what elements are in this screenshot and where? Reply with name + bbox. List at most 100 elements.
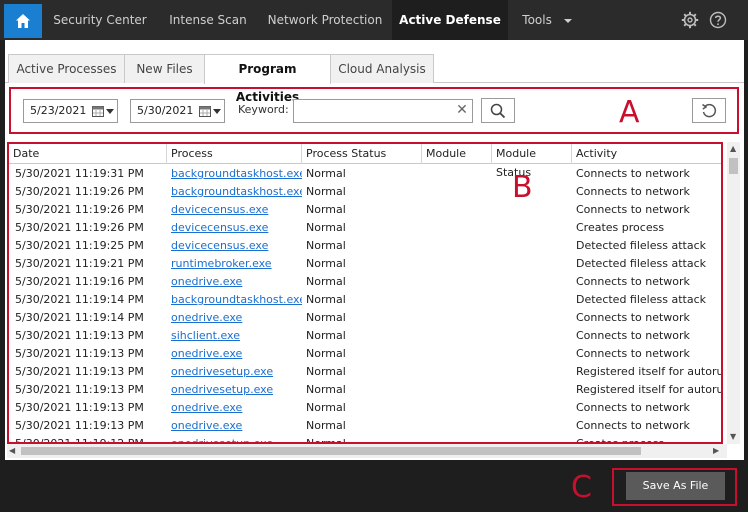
table-row[interactable]: 5/30/2021 11:19:13 PM onedrive.exe Normal C… [9,399,721,417]
table-row[interactable]: 5/30/2021 11:19:13 PM onedrivesetup.exe No… [9,363,721,381]
horizontal-scroll-thumb[interactable] [21,447,641,455]
cell-module-status [496,309,572,327]
refresh-icon [702,103,717,117]
cell-date: 5/30/2021 11:19:26 PM [15,185,144,198]
marker-b: B [512,170,533,205]
cell-process-link[interactable]: backgroundtaskhost.exe [171,165,302,183]
cell-process-status: Normal [306,203,346,216]
cell-module [426,309,492,327]
cell-process-status: Normal [306,239,346,252]
gear-icon[interactable] [681,11,699,29]
cell-process-link[interactable]: runtimebroker.exe [171,255,302,273]
cell-process-status: Normal [306,185,346,198]
cell-module-status [496,417,572,435]
cell-date: 5/30/2021 11:19:25 PM [15,239,144,252]
cell-module [426,219,492,237]
table-row[interactable]: 5/30/2021 11:19:13 PM sihclient.exe Normal… [9,327,721,345]
nav-tools-label: Tools [522,13,552,27]
cell-process-link[interactable]: onedrivesetup.exe [171,381,302,399]
cell-module [426,237,492,255]
table-header: Date Process Process Status Module Modul… [9,144,721,179]
table-row[interactable]: 5/30/2021 11:19:14 PM onedrive.exe Normal C… [9,309,721,327]
save-as-file-button[interactable]: Save As File [626,472,725,500]
activity-table: Date Process Process Status Module Modul… [7,142,723,444]
top-nav: Security Center Intense Scan Network Pro… [0,0,748,40]
table-row[interactable]: 5/30/2021 11:19:26 PM devicecensus.exe Nor… [9,201,721,219]
vertical-scroll-thumb[interactable] [729,158,738,174]
scroll-right-icon[interactable]: ▶ [713,446,719,456]
refresh-button[interactable] [692,98,726,123]
tab-active-processes[interactable]: Active Processes [8,54,125,83]
search-button[interactable] [481,98,515,123]
cell-activity: Connects to network [576,185,690,198]
table-row[interactable]: 5/30/2021 11:19:26 PM backgroundtaskhost.… [9,183,721,201]
cell-activity: Connects to network [576,347,690,360]
horizontal-scrollbar[interactable]: ◀ ▶ [7,444,727,458]
table-row[interactable]: 5/30/2021 11:19:14 PM backgroundtaskhost.… [9,291,721,309]
table-row[interactable]: 5/30/2021 11:19:13 PM onedrivesetup.exe No… [9,381,721,399]
cell-process-link[interactable]: onedrive.exe [171,345,302,363]
date-from-picker[interactable]: 5/23/2021 [23,99,118,123]
cell-module [426,273,492,291]
cell-date: 5/30/2021 11:19:12 PM [15,437,144,444]
cell-process-link[interactable]: devicecensus.exe [171,237,302,255]
scroll-up-icon[interactable]: ▲ [730,144,736,154]
nav-active-defense[interactable]: Active Defense [392,0,508,40]
column-process-status[interactable]: Process Status [302,144,422,164]
column-module[interactable]: Module [422,144,492,164]
cell-module-status [496,183,572,201]
table-row[interactable]: 5/30/2021 11:19:13 PM onedrive.exe Normal C… [9,345,721,363]
tab-program-activities[interactable]: Program Activities [204,54,331,104]
cell-process-link[interactable]: onedrive.exe [171,417,302,435]
table-row[interactable]: 5/30/2021 11:19:26 PM devicecensus.exe Nor… [9,219,721,237]
cell-module [426,435,492,442]
table-row[interactable]: 5/30/2021 11:19:16 PM onedrive.exe Normal C… [9,273,721,291]
cell-module-status [496,345,572,363]
cell-process-link[interactable]: onedrivesetup.exe [171,435,302,442]
cell-process-status: Normal [306,275,346,288]
keyword-input[interactable] [293,99,473,123]
table-row[interactable]: 5/30/2021 11:19:31 PM backgroundtaskhost.… [9,165,721,183]
clear-icon[interactable]: ✕ [454,102,470,118]
nav-security-center[interactable]: Security Center [46,0,154,40]
cell-process-link[interactable]: backgroundtaskhost.exe [171,183,302,201]
help-icon[interactable] [709,11,727,29]
vertical-scrollbar[interactable]: ▲ ▼ [727,142,740,444]
cell-module-status [496,291,572,309]
date-from-value: 5/23/2021 [30,104,87,117]
date-to-picker[interactable]: 5/30/2021 [130,99,225,123]
column-module-status[interactable]: Module Status [492,144,572,179]
cell-process-link[interactable]: sihclient.exe [171,327,302,345]
tab-cloud-analysis[interactable]: Cloud Analysis [330,54,434,83]
column-activity[interactable]: Activity [572,144,721,164]
nav-intense-scan[interactable]: Intense Scan [156,0,260,40]
cell-process-link[interactable]: backgroundtaskhost.exe [171,291,302,309]
cell-process-status: Normal [306,167,346,180]
cell-date: 5/30/2021 11:19:16 PM [15,275,144,288]
scroll-left-icon[interactable]: ◀ [9,446,15,456]
nav-network-protection[interactable]: Network Protection [262,0,388,40]
cell-activity: Connects to network [576,329,690,342]
tab-new-files[interactable]: New Files [124,54,205,83]
cell-process-link[interactable]: devicecensus.exe [171,219,302,237]
cell-process-link[interactable]: onedrive.exe [171,309,302,327]
home-button[interactable] [4,4,42,38]
calendar-icon [92,106,104,117]
nav-tools[interactable]: Tools [512,0,582,40]
cell-process-link[interactable]: devicecensus.exe [171,201,302,219]
cell-activity: Creates process [576,221,665,234]
cell-activity: Detected fileless attack [576,239,706,252]
cell-process-link[interactable]: onedrive.exe [171,273,302,291]
keyword-label: Keyword: [238,103,289,116]
cell-process-link[interactable]: onedrivesetup.exe [171,363,302,381]
scroll-down-icon[interactable]: ▼ [730,432,736,442]
table-row[interactable]: 5/30/2021 11:19:13 PM onedrive.exe Normal C… [9,417,721,435]
column-process[interactable]: Process [167,144,302,164]
column-date[interactable]: Date [9,144,167,164]
table-row[interactable]: 5/30/2021 11:19:12 PM onedrivesetup.exe No… [9,435,721,444]
cell-module-status [496,237,572,255]
cell-process-link[interactable]: onedrive.exe [171,399,302,417]
table-row[interactable]: 5/30/2021 11:19:25 PM devicecensus.exe Nor… [9,237,721,255]
table-row[interactable]: 5/30/2021 11:19:21 PM runtimebroker.exe No… [9,255,721,273]
cell-date: 5/30/2021 11:19:13 PM [15,329,144,342]
